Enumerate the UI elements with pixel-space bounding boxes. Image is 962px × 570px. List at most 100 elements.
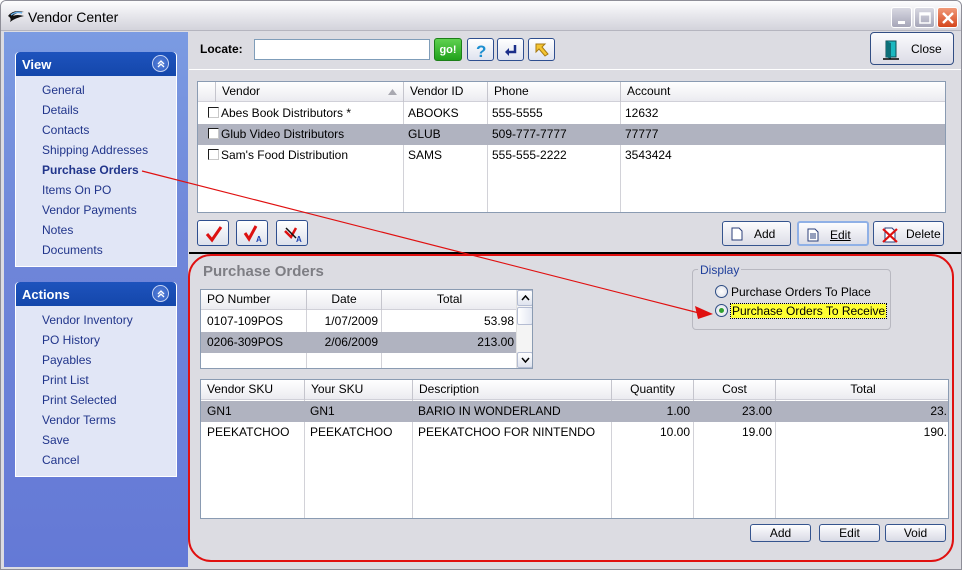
collapse-view-button[interactable] [152, 55, 169, 72]
vendor-id-cell: SAMS [408, 148, 443, 162]
action-items: Vendor Inventory PO History Payables Print … [16, 306, 176, 476]
scroll-up-button[interactable] [517, 290, 532, 306]
vendors-grid-header: Vendor Vendor ID Phone Account [198, 82, 945, 102]
vendor-checkbox[interactable] [208, 107, 219, 119]
question-icon: ? [476, 42, 486, 58]
vendor-center-window: Vendor Center View General Details Contact… [0, 0, 962, 570]
radio-button[interactable] [715, 304, 728, 318]
column-header-account[interactable]: Account [620, 82, 945, 102]
view-panel-header[interactable]: View [16, 52, 176, 76]
item-total-cell: 23. [930, 404, 947, 418]
vendors-grid: Vendor Vendor ID Phone Account Abes Book… [197, 81, 946, 213]
minimize-icon [898, 21, 905, 24]
scroll-down-button[interactable] [517, 352, 532, 368]
column-header-vendor-sku[interactable]: Vendor SKU [201, 380, 304, 400]
po-void-button[interactable]: Void [885, 524, 946, 542]
pointer-button[interactable] [528, 38, 555, 61]
vendor-id-cell: GLUB [408, 127, 441, 141]
item-vendor-sku-cell: GN1 [207, 404, 232, 418]
item-total-cell: 190. [923, 425, 947, 439]
po-grid-scrollbar[interactable] [516, 290, 532, 368]
scroll-thumb[interactable] [517, 307, 532, 325]
actions-panel-header[interactable]: Actions [16, 282, 176, 306]
collapse-actions-button[interactable] [152, 285, 169, 302]
checkmark-icon [205, 226, 223, 243]
vendor-row[interactable]: Abes Book Distributors * ABOOKS 555-5555 12… [198, 103, 945, 124]
minimize-button[interactable] [891, 7, 912, 28]
po-edit-button[interactable]: Edit [819, 524, 880, 542]
item-cost-cell: 19.00 [741, 425, 772, 439]
vendor-checkbox[interactable] [208, 128, 219, 140]
close-button[interactable]: Close [870, 32, 954, 65]
vendor-name: Sam's Food Distribution [221, 148, 349, 162]
sidebar-view-item-vendor-payments[interactable]: Vendor Payments [16, 200, 176, 220]
sidebar-view-item-shipping-addresses[interactable]: Shipping Addresses [16, 140, 176, 160]
vendor-account-cell: 3543424 [625, 148, 672, 162]
back-button[interactable] [497, 38, 524, 61]
sidebar-view-item-details[interactable]: Details [16, 100, 176, 120]
sidebar-view-item-contacts[interactable]: Contacts [16, 120, 176, 140]
po-grid-header: PO Number Date Total [201, 290, 516, 310]
sidebar-view-item-general[interactable]: General [16, 80, 176, 100]
help-button[interactable]: ? [467, 38, 494, 61]
uncheck-a-icon: A [284, 227, 302, 243]
sidebar-view-item-items-on-po[interactable]: Items On PO [16, 180, 176, 200]
radio-po-to-place[interactable]: Purchase Orders To Place [715, 285, 871, 301]
sidebar-action-item-cancel[interactable]: Cancel [16, 450, 176, 470]
po-add-button[interactable]: Add [750, 524, 811, 542]
view-items: General Details Contacts Shipping Addresses… [16, 76, 176, 266]
sidebar-action-item-print-list[interactable]: Print List [16, 370, 176, 390]
column-header-item-total[interactable]: Total [775, 380, 948, 400]
title-bar: Vendor Center [1, 1, 961, 31]
vendor-phone-cell: 555-5555 [492, 106, 543, 120]
vendor-delete-button[interactable]: Delete [873, 221, 944, 246]
po-total-cell: 213.00 [477, 335, 514, 349]
column-header-date[interactable]: Date [306, 290, 381, 310]
vendor-add-button[interactable]: Add [722, 221, 791, 246]
vendor-edit-button[interactable]: Edit [797, 221, 869, 246]
check-all-button[interactable] [197, 220, 229, 246]
sidebar-view-item-purchase-orders[interactable]: Purchase Orders [16, 160, 176, 180]
sidebar-action-item-vendor-terms[interactable]: Vendor Terms [16, 410, 176, 430]
column-header-cost[interactable]: Cost [693, 380, 775, 400]
column-header-vendor[interactable]: Vendor [215, 82, 403, 102]
return-arrow-icon [505, 45, 517, 56]
chevron-up-icon [521, 295, 530, 301]
radio-po-to-receive[interactable]: Purchase Orders To Receive [715, 303, 888, 320]
locate-input[interactable] [254, 39, 430, 60]
sidebar-action-item-payables[interactable]: Payables [16, 350, 176, 370]
section-divider [189, 252, 961, 254]
vendor-row[interactable]: Glub Video Distributors GLUB 509-777-7777 7… [198, 124, 945, 145]
sidebar-view-item-notes[interactable]: Notes [16, 220, 176, 240]
column-header-description[interactable]: Description [412, 380, 611, 400]
vendor-name-cell: Abes Book Distributors * [204, 103, 400, 124]
po-item-row[interactable]: GN1 GN1 BARIO IN WONDERLAND 1.00 23.00 23. [201, 401, 948, 422]
column-header-total[interactable]: Total [381, 290, 517, 310]
sidebar-action-item-vendor-inventory[interactable]: Vendor Inventory [16, 310, 176, 330]
po-row[interactable]: 0206-309POS 2/06/2009 213.00 [201, 332, 516, 353]
column-header-your-sku[interactable]: Your SKU [304, 380, 412, 400]
sidebar-action-item-print-selected[interactable]: Print Selected [16, 390, 176, 410]
vendor-name: Abes Book Distributors * [221, 106, 352, 120]
radio-button[interactable] [715, 285, 728, 299]
po-item-row[interactable]: PEEKATCHOO PEEKATCHOO PEEKATCHOO FOR NINTE… [201, 422, 948, 443]
maximize-button[interactable] [914, 7, 935, 28]
vendor-checkbox[interactable] [208, 149, 219, 161]
sidebar-view-item-documents[interactable]: Documents [16, 240, 176, 260]
chevron-down-icon [521, 357, 530, 363]
column-header-phone[interactable]: Phone [487, 82, 620, 102]
check-a-button[interactable]: A [236, 220, 268, 246]
column-header-po-number[interactable]: PO Number [201, 290, 306, 310]
sidebar-action-item-save[interactable]: Save [16, 430, 176, 450]
column-header-vendor-id[interactable]: Vendor ID [403, 82, 487, 102]
window-close-button[interactable] [937, 7, 958, 28]
vendor-row[interactable]: Sam's Food Distribution SAMS 555-555-2222 3… [198, 145, 945, 166]
column-header-quantity[interactable]: Quantity [611, 380, 693, 400]
vendor-phone-cell: 555-555-2222 [492, 148, 567, 162]
sidebar-action-item-po-history[interactable]: PO History [16, 330, 176, 350]
display-legend: Display [698, 263, 742, 277]
vendor-name-cell: Glub Video Distributors [204, 124, 400, 145]
uncheck-a-button[interactable]: A [276, 220, 308, 246]
po-row[interactable]: 0107-109POS 1/07/2009 53.98 [201, 311, 516, 332]
go-button[interactable]: go! [434, 38, 462, 61]
